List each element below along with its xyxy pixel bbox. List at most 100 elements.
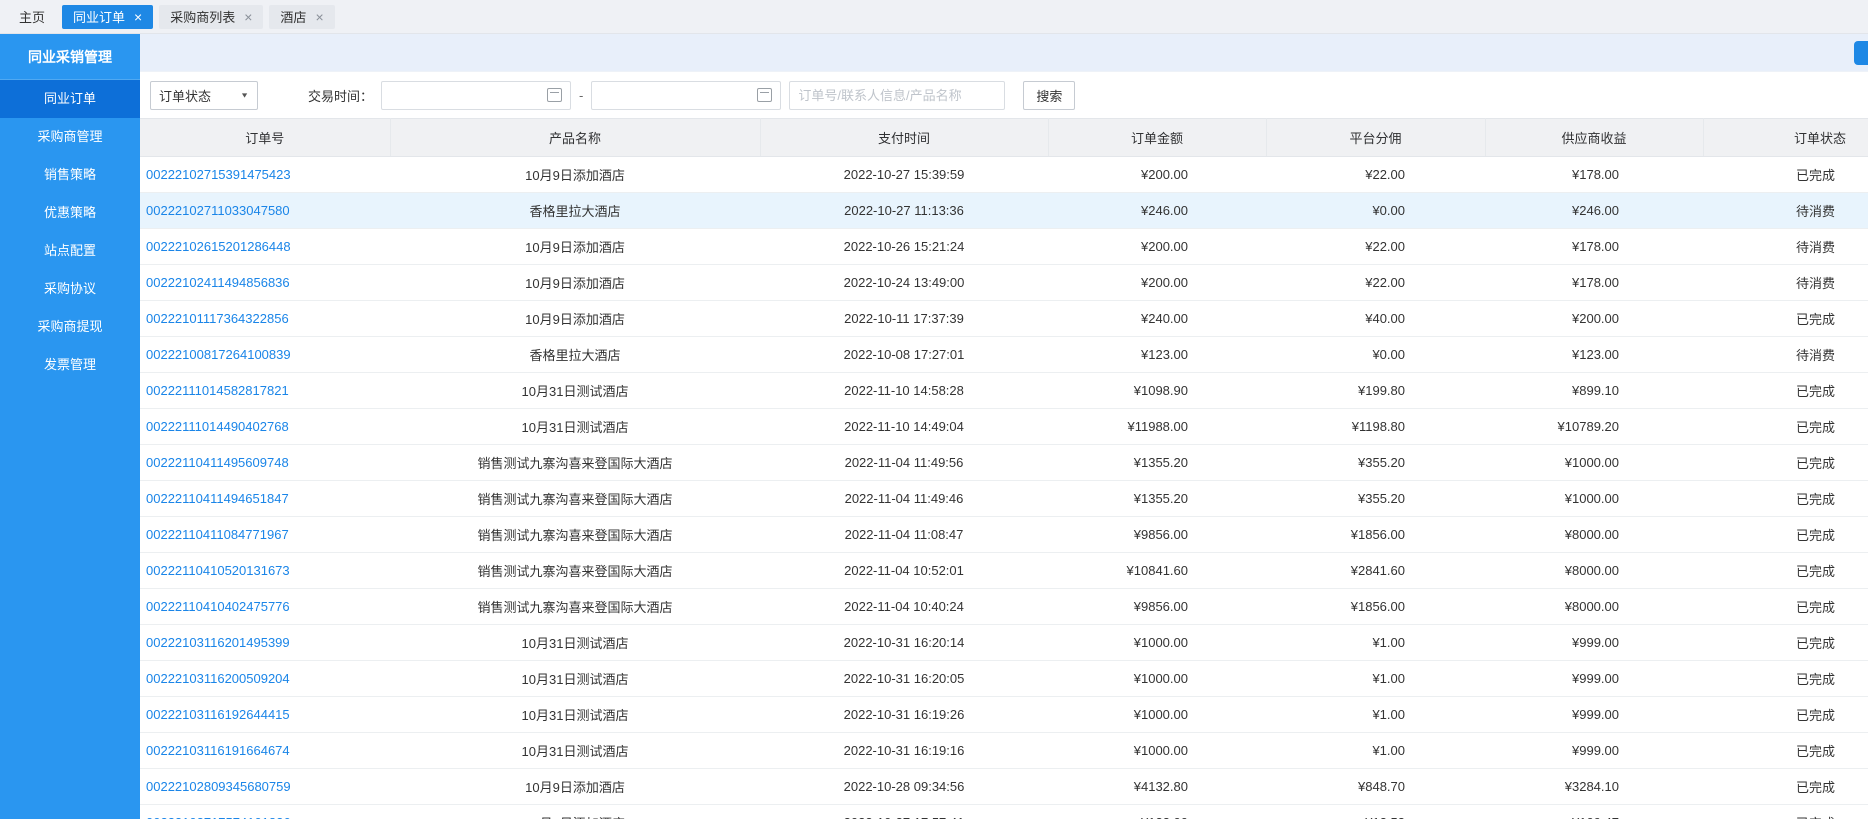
amount-cell: ¥1355.20 bbox=[1048, 445, 1266, 481]
commission-cell: ¥1.00 bbox=[1266, 661, 1485, 697]
product-cell: 销售测试九寨沟喜来登国际大酒店 bbox=[390, 589, 760, 625]
supplier-income-cell: ¥246.00 bbox=[1485, 193, 1703, 229]
order-link[interactable]: 00222110411084771967 bbox=[146, 527, 289, 542]
order-link[interactable]: 00222110411494651847 bbox=[146, 491, 289, 506]
status-cell: 待消费 bbox=[1703, 337, 1868, 373]
table-row: 0022210271757410182610月9日添加酒店2022-10-27 … bbox=[140, 805, 1868, 819]
order-link[interactable]: 00222103116201495399 bbox=[146, 635, 290, 650]
sidebar-item-site-config[interactable]: 站点配置 bbox=[0, 232, 140, 270]
commission-cell: ¥0.00 bbox=[1266, 337, 1485, 373]
amount-cell: ¥1355.20 bbox=[1048, 481, 1266, 517]
order-link[interactable]: 00222103116192644415 bbox=[146, 707, 290, 722]
sidebar-item-buyer-withdrawal[interactable]: 采购商提现 bbox=[0, 308, 140, 346]
date-range-label: 交易时间： bbox=[308, 86, 373, 105]
tab-home[interactable]: 主页 bbox=[8, 5, 56, 29]
supplier-income-cell: ¥178.00 bbox=[1485, 157, 1703, 193]
partial-action-button[interactable] bbox=[1854, 41, 1868, 65]
search-button[interactable]: 搜索 bbox=[1023, 81, 1075, 110]
order-no-cell: 00222110411494651847 bbox=[140, 481, 390, 517]
order-link[interactable]: 00222102809345680759 bbox=[146, 779, 291, 794]
amount-cell: ¥123.00 bbox=[1048, 337, 1266, 373]
order-link[interactable]: 00222111014582817821 bbox=[146, 383, 289, 398]
sidebar-item-buyer-management[interactable]: 采购商管理 bbox=[0, 118, 140, 156]
paid-time-cell: 2022-10-31 16:20:14 bbox=[760, 625, 1048, 661]
column-header-5: 供应商收益 bbox=[1485, 119, 1703, 157]
commission-cell: ¥0.00 bbox=[1266, 193, 1485, 229]
supplier-income-cell: ¥3284.10 bbox=[1485, 769, 1703, 805]
commission-cell: ¥1.00 bbox=[1266, 697, 1485, 733]
close-icon[interactable]: × bbox=[134, 10, 142, 24]
amount-cell: ¥1000.00 bbox=[1048, 697, 1266, 733]
calendar-icon bbox=[547, 88, 562, 102]
order-link[interactable]: 00222102717574101826 bbox=[146, 815, 291, 819]
sidebar-title: 同业采销管理 bbox=[0, 34, 140, 80]
order-link[interactable]: 00222103116191664674 bbox=[146, 743, 290, 758]
order-link[interactable]: 00222100817264100839 bbox=[146, 347, 291, 362]
column-header-6: 订单状态 bbox=[1703, 119, 1868, 157]
order-status-select[interactable]: 订单状态 ▼ bbox=[150, 81, 258, 110]
order-link[interactable]: 00222111014490402768 bbox=[146, 419, 289, 434]
amount-cell: ¥10841.60 bbox=[1048, 553, 1266, 589]
order-no-cell: 00222102711033047580 bbox=[140, 193, 390, 229]
commission-cell: ¥22.00 bbox=[1266, 229, 1485, 265]
paid-time-cell: 2022-11-10 14:49:04 bbox=[760, 409, 1048, 445]
commission-cell: ¥40.00 bbox=[1266, 301, 1485, 337]
order-link[interactable]: 00222110410520131673 bbox=[146, 563, 290, 578]
amount-cell: ¥4132.80 bbox=[1048, 769, 1266, 805]
status-cell: 已完成 bbox=[1703, 589, 1868, 625]
table-row: 00222102711033047580香格里拉大酒店2022-10-27 11… bbox=[140, 193, 1868, 229]
status-cell: 待消费 bbox=[1703, 265, 1868, 301]
amount-cell: ¥1000.00 bbox=[1048, 661, 1266, 697]
date-end-input[interactable] bbox=[591, 81, 781, 110]
sidebar-item-invoice-management[interactable]: 发票管理 bbox=[0, 346, 140, 384]
sidebar-item-peer-orders[interactable]: 同业订单 bbox=[0, 80, 140, 118]
status-cell: 已完成 bbox=[1703, 481, 1868, 517]
toolbar-band bbox=[140, 34, 1868, 72]
order-link[interactable]: 00222102715391475423 bbox=[146, 167, 291, 182]
order-no-cell: 00222100817264100839 bbox=[140, 337, 390, 373]
amount-cell: ¥200.00 bbox=[1048, 229, 1266, 265]
paid-time-cell: 2022-11-04 10:40:24 bbox=[760, 589, 1048, 625]
order-no-cell: 00222102615201286448 bbox=[140, 229, 390, 265]
order-link[interactable]: 00222102711033047580 bbox=[146, 203, 290, 218]
product-cell: 销售测试九寨沟喜来登国际大酒店 bbox=[390, 553, 760, 589]
table-row: 0022210261520128644810月9日添加酒店2022-10-26 … bbox=[140, 229, 1868, 265]
order-link[interactable]: 00222103116200509204 bbox=[146, 671, 290, 686]
tab-list: 主页同业订单×采购商列表×酒店× bbox=[8, 5, 335, 29]
column-header-2: 支付时间 bbox=[760, 119, 1048, 157]
tab-label: 同业订单 bbox=[73, 7, 125, 26]
product-cell: 10月9日添加酒店 bbox=[390, 265, 760, 301]
table-header-row: 订单号产品名称支付时间订单金额平台分佣供应商收益订单状态 bbox=[140, 119, 1868, 157]
tab-peer-orders[interactable]: 同业订单 × bbox=[62, 5, 153, 29]
sidebar-item-sales-strategy[interactable]: 销售策略 bbox=[0, 156, 140, 194]
tab-bar: 主页同业订单×采购商列表×酒店× bbox=[0, 0, 1868, 34]
keyword-input[interactable] bbox=[789, 81, 1005, 110]
sidebar-item-purchase-agreement[interactable]: 采购协议 bbox=[0, 270, 140, 308]
order-link[interactable]: 00222102615201286448 bbox=[146, 239, 291, 254]
order-link[interactable]: 00222110410402475776 bbox=[146, 599, 290, 614]
close-icon[interactable]: × bbox=[315, 10, 323, 24]
sidebar-item-discount-strategy[interactable]: 优惠策略 bbox=[0, 194, 140, 232]
product-cell: 10月31日测试酒店 bbox=[390, 373, 760, 409]
order-link[interactable]: 00222110411495609748 bbox=[146, 455, 289, 470]
order-no-cell: 00222102717574101826 bbox=[140, 805, 390, 819]
tab-hotel[interactable]: 酒店 × bbox=[269, 5, 334, 29]
order-no-cell: 00222101117364322856 bbox=[140, 301, 390, 337]
tab-label: 酒店 bbox=[280, 7, 306, 26]
paid-time-cell: 2022-10-31 16:19:16 bbox=[760, 733, 1048, 769]
supplier-income-cell: ¥109.47 bbox=[1485, 805, 1703, 819]
amount-cell: ¥1000.00 bbox=[1048, 733, 1266, 769]
table-row: 00222110411084771967销售测试九寨沟喜来登国际大酒店2022-… bbox=[140, 517, 1868, 553]
paid-time-cell: 2022-10-27 15:39:59 bbox=[760, 157, 1048, 193]
date-start-input[interactable] bbox=[381, 81, 571, 110]
order-link[interactable]: 00222102411494856836 bbox=[146, 275, 290, 290]
order-link[interactable]: 00222101117364322856 bbox=[146, 311, 289, 326]
status-cell: 待消费 bbox=[1703, 193, 1868, 229]
close-icon[interactable]: × bbox=[244, 10, 252, 24]
status-cell: 已完成 bbox=[1703, 301, 1868, 337]
tab-buyer-list[interactable]: 采购商列表× bbox=[159, 5, 263, 29]
table-row: 0022210311620050920410月31日测试酒店2022-10-31… bbox=[140, 661, 1868, 697]
commission-cell: ¥199.80 bbox=[1266, 373, 1485, 409]
supplier-income-cell: ¥178.00 bbox=[1485, 265, 1703, 301]
status-cell: 已完成 bbox=[1703, 697, 1868, 733]
